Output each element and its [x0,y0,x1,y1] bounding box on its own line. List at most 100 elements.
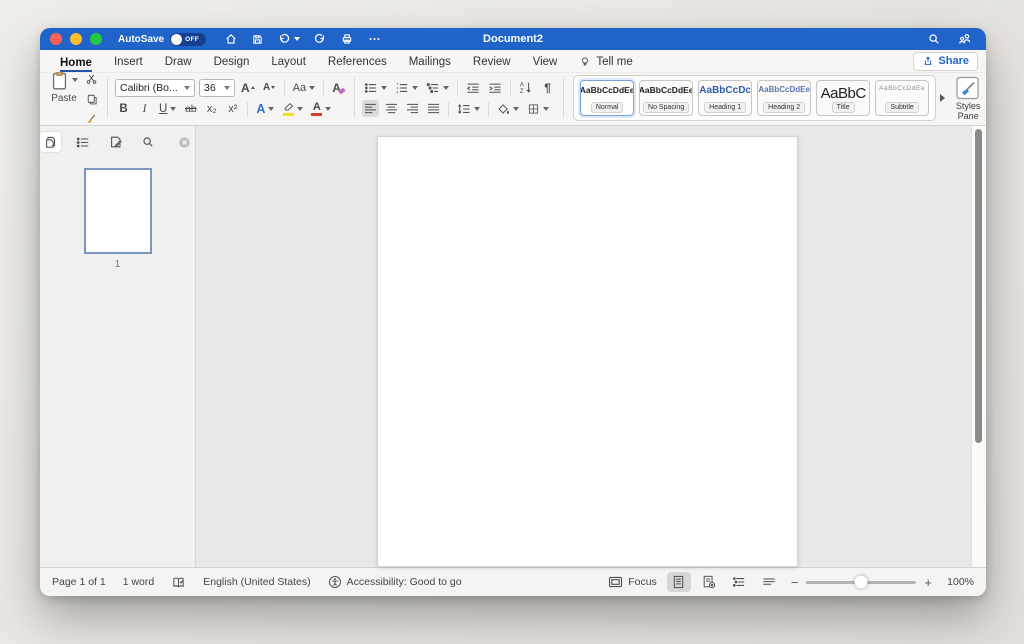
grow-font-button[interactable]: A [239,79,257,96]
home-icon[interactable] [224,32,238,46]
people-icon[interactable] [957,32,972,46]
paste-split-button[interactable]: Paste [50,69,78,104]
zoom-slider-thumb[interactable] [855,576,868,589]
style-card-subtitle[interactable]: AaBbCcDdEe Subtitle [875,80,929,116]
superscript-button[interactable]: x² [224,101,241,118]
bold-button[interactable]: B [115,101,132,118]
save-icon[interactable] [251,33,264,46]
print-layout-view-button[interactable] [667,572,691,592]
tab-draw[interactable]: Draw [165,54,192,72]
sidebar-tab-find[interactable] [137,132,158,152]
format-painter-button[interactable] [83,110,100,127]
strikethrough-button[interactable]: ab [182,101,199,118]
redo-button[interactable] [313,32,327,46]
sidebar-tab-thumbnails[interactable] [40,132,61,152]
tab-insert[interactable]: Insert [114,54,143,72]
document-page[interactable] [377,136,798,567]
style-card-no-spacing[interactable]: AaBbCcDdEe No Spacing [639,80,693,116]
vertical-scrollbar[interactable] [975,129,982,443]
sort-button[interactable]: AZ [517,79,535,96]
line-spacing-button[interactable] [455,100,482,117]
undo-button[interactable] [277,32,300,46]
multilevel-chevron-icon [443,86,449,90]
numbering-button[interactable] [393,79,420,96]
tab-review[interactable]: Review [473,54,511,72]
web-layout-view-button[interactable] [697,572,721,592]
multilevel-list-button[interactable] [424,79,451,96]
share-button[interactable]: Share [913,52,978,71]
spellcheck-status[interactable] [171,576,186,589]
style-card-normal[interactable]: AaBbCcDdEe Normal [580,80,634,116]
tab-view[interactable]: View [533,54,558,72]
shading-button[interactable] [495,100,521,117]
borders-button[interactable] [525,100,551,117]
sidebar-tab-review[interactable] [105,132,126,152]
document-map-icon [76,136,90,149]
cut-button[interactable] [83,70,100,87]
show-paragraph-marks-button[interactable]: ¶ [539,79,556,96]
tab-design[interactable]: Design [214,54,250,72]
italic-button[interactable]: I [136,101,153,118]
sidebar-close-button[interactable] [174,132,195,152]
svg-text:A: A [520,83,525,89]
increase-indent-button[interactable] [486,79,504,96]
highlight-button[interactable] [280,101,305,118]
accessibility-status[interactable]: Accessibility: Good to go [328,575,462,589]
print-icon[interactable] [340,32,354,46]
justify-button[interactable] [425,100,442,117]
format-painter-icon [85,113,98,125]
decrease-indent-button[interactable] [464,79,482,96]
draft-view-icon [762,577,776,588]
tell-me-control[interactable]: Tell me [579,55,632,72]
minimize-window-button[interactable] [70,33,82,45]
tab-references[interactable]: References [328,54,387,72]
word-count[interactable]: 1 word [123,576,155,588]
tab-mailings[interactable]: Mailings [409,54,451,72]
zoom-window-button[interactable] [90,33,102,45]
styles-pane-button[interactable]: Styles Pane [955,76,981,121]
style-card-title[interactable]: AaBbC Title [816,80,870,116]
print-layout-icon [672,575,685,589]
font-name-select[interactable]: Calibri (Bo... [115,79,195,97]
thumbnail-page-number: 1 [115,259,121,270]
draft-view-button[interactable] [757,572,781,592]
more-options-icon[interactable] [367,32,382,46]
tab-home[interactable]: Home [60,55,92,73]
text-effects-button[interactable]: A [254,101,276,118]
autosave-control[interactable]: AutoSave OFF [118,33,206,46]
autosave-toggle[interactable]: OFF [170,33,206,46]
zoom-slider[interactable] [806,581,916,584]
search-icon[interactable] [927,32,941,46]
font-size-select[interactable]: 36 [199,79,235,97]
style-card-heading-2[interactable]: AaBbCcDdEe Heading 2 [757,80,811,116]
sidebar-tab-headings[interactable] [72,132,93,152]
zoom-out-button[interactable]: − [791,576,799,589]
page-count[interactable]: Page 1 of 1 [52,576,106,588]
clear-formatting-button[interactable]: A [330,79,347,96]
web-layout-icon [702,575,716,589]
styles-more-button[interactable] [940,94,945,102]
font-color-button[interactable]: A [309,101,333,118]
shrink-font-button[interactable]: A [261,79,278,96]
zoom-in-button[interactable]: + [924,576,932,589]
copy-button[interactable] [83,90,100,107]
bullets-button[interactable] [362,79,389,96]
page-thumbnail[interactable] [84,168,152,254]
align-right-button[interactable] [404,100,421,117]
language-status[interactable]: English (United States) [203,576,310,588]
zoom-level[interactable]: 100% [940,576,974,588]
tab-layout[interactable]: Layout [271,54,306,72]
underline-button[interactable]: U [157,101,178,118]
style-sample: AaBbCcDdEe [639,85,693,95]
close-window-button[interactable] [50,33,62,45]
outline-view-button[interactable] [727,572,751,592]
shrink-chevron-icon [271,86,275,89]
style-card-heading-1[interactable]: AaBbCcDc Heading 1 [698,80,752,116]
align-center-button[interactable] [383,100,400,117]
clipboard-group: Paste [50,69,100,127]
align-left-button[interactable] [362,100,379,117]
focus-button[interactable]: Focus [608,576,657,588]
change-case-button[interactable]: Aa [291,79,317,96]
subscript-button[interactable]: x₂ [203,101,220,118]
window-title: Document2 [483,33,543,45]
